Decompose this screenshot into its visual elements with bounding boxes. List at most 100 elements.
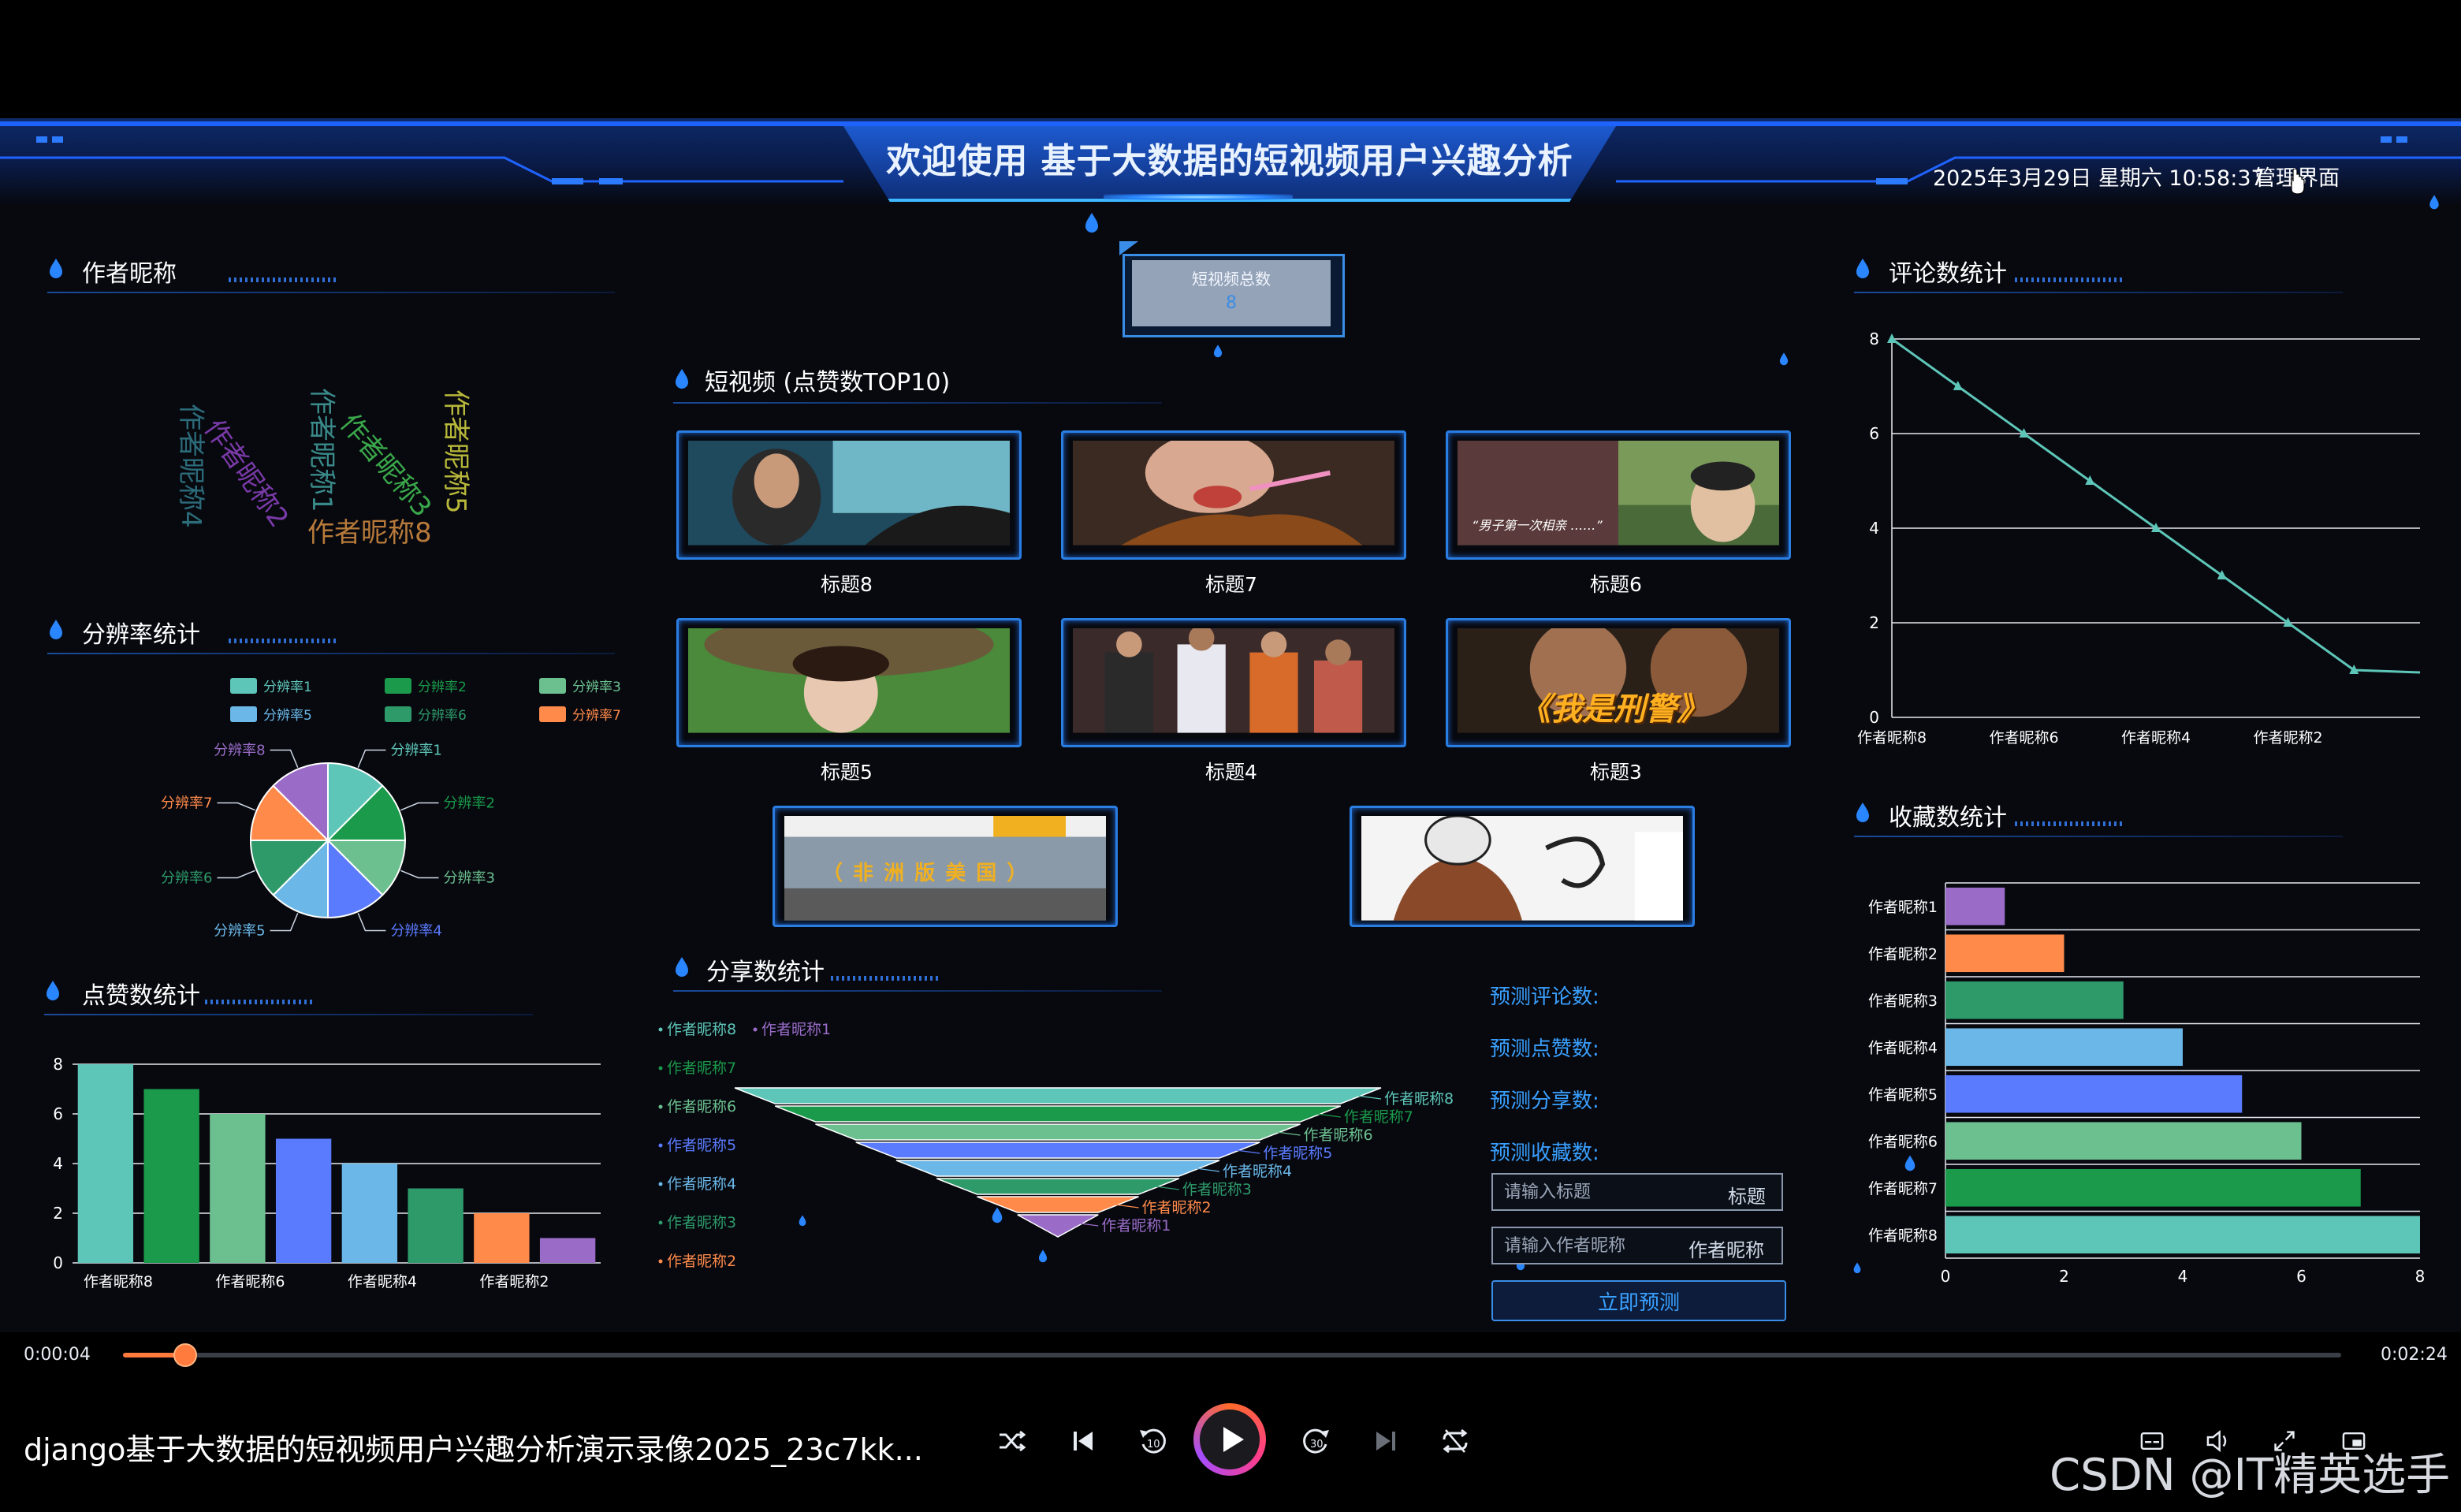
mouse-cursor-icon [2291,169,2305,195]
section-hatch [229,639,339,643]
video-card[interactable] [1350,806,1695,927]
y-tick-label: 作者昵称3 [1868,992,1938,1010]
pie-leader-line [270,913,299,932]
video-thumbnail [1361,816,1683,921]
section-underline [673,990,1162,992]
forward-30-icon[interactable]: 30 [1299,1424,1334,1458]
pie-leader-line [217,870,255,879]
legend-label: 分辨率7 [572,708,621,724]
predict-button[interactable]: 立即预测 [1491,1280,1786,1321]
video-caption: 标题3 [1590,761,1642,784]
pie-leader-line [357,749,386,768]
legend-dot [658,1027,663,1032]
legend-label: 作者昵称8 [667,1021,736,1038]
section-underline [47,653,615,654]
legend-swatch [539,678,566,694]
pie-label: 分辨率5 [214,923,265,940]
video-card[interactable]: （ 非 洲 版 美 国 ） [773,806,1118,927]
shuffle-icon[interactable] [995,1424,1029,1458]
y-tick-label: 4 [1869,519,1879,538]
rewind-10-icon[interactable]: 10 [1135,1424,1170,1458]
section-underline [44,1014,533,1015]
next-icon[interactable] [1368,1424,1403,1458]
section-drop-icon [50,259,62,278]
video-overlay-text: （ 非 洲 版 美 国 ） [822,862,1029,885]
data-point [1953,381,1963,390]
y-tick-label: 6 [53,1104,63,1123]
legend-label: 分辨率5 [263,708,312,724]
page-title: 欢迎使用 基于大数据的短视频用户兴趣分析 [886,141,1573,181]
video-overlay-text: “男子第一次相亲 ……” [1472,518,1603,533]
bar [1945,1074,2243,1113]
section-drop-icon [676,369,688,389]
funnel-label: 作者昵称3 [1182,1181,1252,1198]
predicted-likes-label: 预测点赞数: [1490,1037,1599,1061]
funnel-segment [734,1087,1382,1104]
repeat-icon[interactable] [1438,1424,1473,1458]
pie-leader-line [400,870,439,879]
legend-dot [658,1259,663,1264]
bar [275,1138,332,1263]
seek-handle[interactable] [173,1343,197,1367]
funnel-segment [1017,1214,1099,1238]
legend-label: 作者昵称4 [667,1175,736,1193]
section-hatch [2015,821,2125,826]
legend-label: 作者昵称3 [667,1214,736,1231]
legend-swatch [385,706,411,722]
legend-label: 分辨率3 [572,680,621,695]
x-tick-label: 6 [2296,1267,2306,1286]
legend-label: 作者昵称2 [667,1253,736,1270]
bar [408,1188,464,1263]
resolution-section-title: 分辨率统计 [82,621,200,649]
legend-dot [658,1182,663,1186]
svg-text:30: 30 [1310,1439,1324,1451]
y-tick-label: 4 [53,1154,63,1173]
y-tick-label: 作者昵称7 [1868,1180,1938,1197]
section-drop-icon [50,620,62,639]
funnel-segment [977,1196,1139,1213]
author-input-suffix: 作者昵称 [1688,1239,1764,1261]
video-card[interactable] [676,430,1022,560]
x-tick-label: 作者昵称4 [2121,729,2191,747]
funnel-label: 作者昵称4 [1223,1163,1292,1180]
play-icon [1223,1427,1244,1452]
section-drop-icon [47,981,59,1000]
legend-label: 分辨率6 [418,708,467,724]
video-card[interactable]: “男子第一次相亲 ……” [1446,430,1791,560]
previous-icon[interactable] [1066,1424,1100,1458]
y-tick-label: 作者昵称6 [1868,1133,1938,1150]
video-card[interactable] [1061,618,1406,747]
section-underline [1854,292,2343,293]
header-glow [1104,194,1293,200]
legend-label: 作者昵称1 [761,1021,831,1038]
total-videos-value: 8 [1226,293,1237,313]
seek-bar[interactable] [123,1353,2341,1357]
video-card[interactable]: 《我是刑警》 [1446,618,1791,747]
pie-label: 分辨率4 [390,923,441,940]
video-title: django基于大数据的短视频用户兴趣分析演示录像2025_23c7kk... [24,1432,923,1467]
y-tick-label: 8 [1869,330,1879,348]
y-tick-label: 2 [53,1204,63,1223]
funnel-leader-line [1195,1168,1220,1172]
bar [1945,1122,2302,1160]
pie-label: 分辨率7 [161,795,212,812]
video-caption: 标题5 [821,761,873,784]
water-drop-icon [2429,195,2439,210]
video-card[interactable] [1061,430,1406,560]
favorites-bar-chart: 作者昵称1 作者昵称2 作者昵称3 作者昵称4 作者昵称5 作者昵称6 作者昵称7 作者昵称8… [1868,882,2426,1286]
video-card[interactable] [676,618,1022,747]
x-tick-label: 2 [2059,1267,2069,1286]
video-caption: 标题7 [1205,573,1257,596]
funnel-label: 作者昵称1 [1101,1217,1171,1235]
word-cloud-word: 作者昵称1 [306,388,337,512]
pie-label: 分辨率3 [444,870,495,886]
x-tick-label: 8 [2415,1267,2426,1286]
water-drop-icon [1213,344,1223,358]
section-underline [1854,836,2343,837]
bar [341,1164,398,1263]
y-tick-label: 作者昵称8 [1868,1227,1938,1244]
funnel-segment [815,1123,1301,1141]
pie-leader-line [400,802,439,811]
funnel-segment [774,1105,1342,1123]
data-point [2283,617,2293,627]
